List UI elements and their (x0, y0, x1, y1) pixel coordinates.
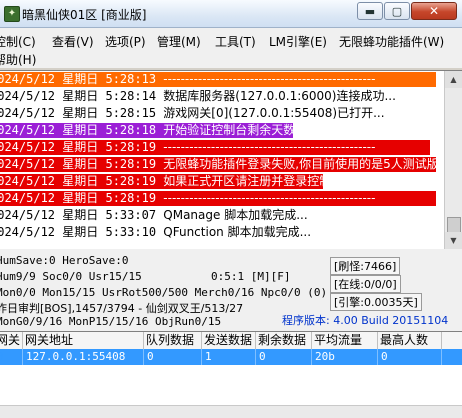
refresh-monster-counter: [刷怪:7466] (330, 257, 401, 275)
log-message: 如果正式开区请注册并登录控制台 (163, 174, 344, 188)
log-message: ----------------------------------------… (163, 191, 376, 205)
log-line: 2024/5/12 星期日 5:28:19 ------------------… (0, 191, 436, 206)
log-line: 2024/5/12 星期日 5:28:19 无限蜂功能插件登录失败,你目前使用的… (0, 157, 450, 172)
program-version: 程序版本: 4.00 Build 20151104 (282, 314, 449, 327)
column-header-avg-flow[interactable]: 平均流量 (312, 332, 378, 349)
cell-gateway: 0 (0, 349, 23, 365)
status-boss: 昨日审判[BOS],1457/3794 - 仙剑双叉王/513/27 (0, 302, 244, 315)
log-message: 开始验证控制台剩余天数... (163, 123, 307, 137)
table-row[interactable]: 0 127.0.0.1:55408 0 1 0 20b 0 (0, 349, 462, 365)
online-counter: [在线:0/0/0] (330, 275, 401, 293)
log-line: 2024/5/12 星期日 5:28:13 ------------------… (0, 72, 436, 87)
status-mode: 0:5:1 [M][F] (211, 270, 291, 283)
menu-tools[interactable]: 工具(T) (215, 33, 256, 50)
log-time: 2024/5/12 星期日 5:28:14 (0, 89, 157, 103)
log-message: 游戏网关[0](127.0.0.1:55408)已打开... (163, 106, 385, 120)
menu-plugin[interactable]: 无限蜂功能插件(W) (339, 33, 444, 50)
status-mon: Mon0/0 Mon15/15 UsrRot500/500 Merch0/16 … (0, 286, 328, 299)
log-scrollbar[interactable]: ▲ ▼ (444, 71, 462, 249)
log-message: 数据库服务器(127.0.0.1:6000)连接成功... (163, 89, 396, 103)
log-line: 2024/5/12 星期日 5:28:19 ------------------… (0, 140, 430, 155)
cell-remaining: 0 (256, 349, 312, 365)
gateway-table[interactable]: 网关 网关地址 队列数据 发送数据 剩余数据 平均流量 最高人数 0 127.0… (0, 331, 462, 418)
title-bar: ✦ 暗黑仙侠01区 [商业版] ▬ ▢ ✕ (0, 0, 462, 28)
log-time: 2024/5/12 星期日 5:28:19 (0, 140, 157, 154)
app-icon[interactable]: ✦ (4, 6, 20, 22)
log-time: 2024/5/12 星期日 5:28:19 (0, 157, 157, 171)
log-time: 2024/5/12 星期日 5:28:18 (0, 123, 157, 137)
log-panel[interactable]: 2024/5/12 星期日 5:28:13 ------------------… (0, 70, 462, 250)
cell-avg-flow: 20b (312, 349, 378, 365)
cell-queue: 0 (144, 349, 202, 365)
menu-options[interactable]: 选项(P) (105, 33, 146, 50)
menu-control[interactable]: 控制(C) (0, 33, 36, 50)
window-title: 暗黑仙侠01区 [商业版] (22, 8, 147, 22)
menu-bar: 控制(C) 查看(V) 选项(P) 管理(M) 工具(T) LM引擎(E) 无限… (0, 28, 462, 68)
column-header-gateway[interactable]: 网关 (0, 332, 23, 349)
column-header-sent[interactable]: 发送数据 (202, 332, 256, 349)
log-line: 2024/5/12 星期日 5:28:19 如果正式开区请注册并登录控制台 (0, 174, 343, 189)
table-header: 网关 网关地址 队列数据 发送数据 剩余数据 平均流量 最高人数 (0, 332, 462, 350)
log-message: ----------------------------------------… (163, 140, 376, 154)
log-message: QManage 脚本加载完成... (163, 208, 308, 222)
log-line: 2024/5/12 星期日 5:28:14 数据库服务器(127.0.0.1:6… (0, 89, 396, 104)
column-header-address[interactable]: 网关地址 (23, 332, 144, 349)
scroll-up-arrow-icon[interactable]: ▲ (445, 71, 462, 88)
log-line: 2024/5/12 星期日 5:28:18 开始验证控制台剩余天数... (0, 123, 307, 138)
log-time: 2024/5/12 星期日 5:28:13 (0, 72, 157, 86)
cell-max-users: 0 (378, 349, 442, 365)
cell-address: 127.0.0.1:55408 (23, 349, 144, 365)
status-panel: HumSave:0 HeroSave:0 Hum9/9 Soc0/0 Usr15… (0, 249, 462, 331)
menu-help[interactable]: 帮助(H) (0, 51, 36, 68)
log-line: 2024/5/12 星期日 5:33:07 QManage 脚本加载完成... (0, 208, 308, 223)
status-save: HumSave:0 HeroSave:0 (0, 254, 129, 267)
status-objects: MonG0/9/16 MonP15/15/16 ObjRun0/15 (0, 315, 222, 328)
cell-sent: 1 (202, 349, 256, 365)
scroll-down-arrow-icon[interactable]: ▼ (445, 232, 462, 249)
log-message: ----------------------------------------… (163, 72, 376, 86)
column-header-max-users[interactable]: 最高人数 (378, 332, 442, 349)
status-hum: Hum9/9 Soc0/0 Usr15/15 (0, 270, 142, 283)
log-time: 2024/5/12 星期日 5:28:19 (0, 174, 157, 188)
column-header-remaining[interactable]: 剩余数据 (256, 332, 312, 349)
log-time: 2024/5/12 星期日 5:33:10 (0, 225, 157, 239)
menu-view[interactable]: 查看(V) (52, 33, 94, 50)
menu-lm-engine[interactable]: LM引擎(E) (269, 33, 327, 50)
column-header-queue[interactable]: 队列数据 (144, 332, 202, 349)
log-line: 2024/5/12 星期日 5:28:15 游戏网关[0](127.0.0.1:… (0, 106, 385, 121)
minimize-button[interactable]: ▬ (357, 2, 383, 20)
close-button[interactable]: ✕ (411, 2, 457, 20)
log-time: 2024/5/12 星期日 5:28:19 (0, 191, 157, 205)
log-time: 2024/5/12 星期日 5:28:15 (0, 106, 157, 120)
log-message: QFunction 脚本加载完成... (163, 225, 312, 239)
log-time: 2024/5/12 星期日 5:33:07 (0, 208, 157, 222)
log-line: 2024/5/12 星期日 5:33:10 QFunction 脚本加载完成..… (0, 225, 311, 240)
log-message: 无限蜂功能插件登录失败,你目前使用的是5人测试版... (163, 157, 451, 171)
engine-counter: [引擎:0.0035天] (330, 293, 422, 311)
menu-manage[interactable]: 管理(M) (157, 33, 201, 50)
log-scrollbar-thumb[interactable] (447, 217, 461, 233)
table-horizontal-scrollbar[interactable] (0, 405, 462, 418)
maximize-button[interactable]: ▢ (384, 2, 410, 20)
